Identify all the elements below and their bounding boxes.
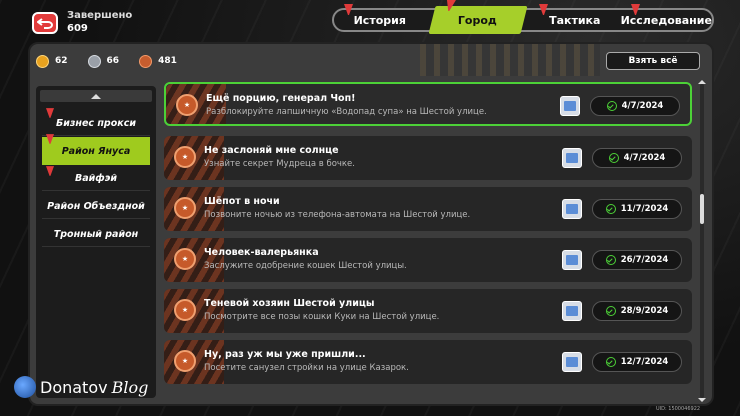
tab-label: Город bbox=[457, 13, 497, 27]
quest-row[interactable]: ★ Теневой хозяин Шестой улицы Посмотрите… bbox=[164, 289, 692, 333]
top-tabs: История Город Тактика Исследование bbox=[332, 0, 714, 34]
sidebar-item-janus-district[interactable]: Район Януса bbox=[42, 137, 150, 165]
check-icon bbox=[605, 255, 616, 265]
chevron-up-icon bbox=[91, 93, 101, 99]
quest-subtitle: Узнайте секрет Мудреца в бочке. bbox=[204, 159, 355, 169]
completed-counter: Завершено 609 bbox=[67, 9, 132, 35]
resource-bar: 62 66 481 bbox=[36, 52, 206, 70]
quest-completion-date: 26/7/2024 bbox=[592, 250, 682, 270]
quest-badge-icon: ★ bbox=[174, 299, 196, 321]
header-banner-image bbox=[420, 44, 600, 76]
quest-badge-icon: ★ bbox=[174, 350, 196, 372]
watermark-brand: Donatov bbox=[40, 377, 108, 397]
quest-title: Человек-валерьянка bbox=[204, 247, 319, 258]
alert-icon bbox=[46, 134, 54, 144]
check-icon bbox=[606, 101, 617, 111]
quest-badge-icon: ★ bbox=[174, 248, 196, 270]
quest-row[interactable]: ★ Шёпот в ночи Позвоните ночью из телефо… bbox=[164, 187, 692, 231]
donatov-logo-icon bbox=[14, 376, 36, 398]
quest-subtitle: Заслужите одобрение кошек Шестой улицы. bbox=[204, 261, 407, 271]
quest-title: Не заслоняй мне солнце bbox=[204, 145, 339, 156]
scrollbar-thumb[interactable] bbox=[700, 194, 704, 224]
gold-coin-icon bbox=[36, 54, 49, 68]
watermark-suffix: Blog bbox=[111, 377, 149, 397]
date-text: 4/7/2024 bbox=[621, 101, 664, 111]
quest-row[interactable]: ★ Ещё порцию, генерал Чоп! Разблокируйте… bbox=[164, 82, 692, 126]
completed-label: Завершено bbox=[67, 10, 133, 21]
quest-badge-icon: ★ bbox=[174, 146, 196, 168]
date-text: 26/7/2024 bbox=[620, 255, 669, 265]
sidebar-scroll-up-button[interactable] bbox=[40, 90, 152, 102]
quest-subtitle: Разблокируйте лапшичную «Водопад супа» н… bbox=[206, 107, 487, 117]
quest-row[interactable]: ★ Человек-валерьянка Заслужите одобрение… bbox=[164, 238, 692, 282]
watermark: Donatov Blog bbox=[14, 376, 148, 398]
tab-label: История bbox=[353, 13, 406, 27]
quest-title: Ну, раз уж мы уже пришли... bbox=[204, 349, 366, 360]
alert-icon bbox=[539, 4, 548, 15]
quest-subtitle: Посетите санузел стройки на улице Казаро… bbox=[204, 363, 409, 373]
date-text: 12/7/2024 bbox=[620, 357, 669, 367]
back-arrow-icon bbox=[37, 18, 53, 29]
quest-completion-date: 11/7/2024 bbox=[592, 199, 682, 219]
quest-subtitle: Позвоните ночью из телефона-автомата на … bbox=[204, 210, 471, 220]
quest-title: Ещё порцию, генерал Чоп! bbox=[206, 93, 356, 104]
reward-card-icon bbox=[562, 199, 582, 219]
gold-count: 62 bbox=[55, 56, 68, 66]
check-icon bbox=[605, 204, 616, 214]
reward-card-icon bbox=[562, 301, 582, 321]
tab-tactics[interactable]: Тактика bbox=[529, 4, 621, 30]
reward-card-icon bbox=[562, 352, 582, 372]
quest-completion-date: 12/7/2024 bbox=[592, 352, 682, 372]
take-all-button[interactable]: Взять всё bbox=[606, 52, 700, 70]
player-uid: UID: 1500046922 bbox=[656, 406, 701, 412]
tab-research[interactable]: Исследование bbox=[620, 4, 713, 30]
date-text: 11/7/2024 bbox=[620, 204, 669, 214]
quest-title: Теневой хозяин Шестой улицы bbox=[204, 298, 375, 309]
quest-completion-date: 4/7/2024 bbox=[590, 96, 680, 116]
quest-row[interactable]: ★ Ну, раз уж мы уже пришли... Посетите с… bbox=[164, 340, 692, 384]
date-text: 4/7/2024 bbox=[623, 153, 666, 163]
chevron-up-icon bbox=[698, 80, 706, 84]
quest-badge-icon: ★ bbox=[176, 94, 198, 116]
quest-subtitle: Посмотрите все позы кошки Куки на Шестой… bbox=[204, 312, 440, 322]
bronze-coin-icon bbox=[139, 54, 153, 68]
back-button[interactable] bbox=[32, 12, 58, 34]
sidebar-item-throne-district[interactable]: Тронный район bbox=[42, 223, 150, 247]
alert-icon bbox=[344, 4, 353, 15]
reward-card-icon bbox=[562, 250, 582, 270]
silver-coin-icon bbox=[87, 54, 101, 68]
sidebar-item-waifei[interactable]: Вайфэй bbox=[42, 167, 150, 191]
check-icon bbox=[605, 357, 616, 367]
date-text: 28/9/2024 bbox=[620, 306, 669, 316]
tab-story[interactable]: История bbox=[334, 4, 426, 30]
quest-completion-date: 4/7/2024 bbox=[592, 148, 682, 168]
chevron-down-icon bbox=[698, 398, 706, 402]
tab-label: Тактика bbox=[549, 13, 601, 27]
bronze-count: 481 bbox=[158, 56, 177, 66]
quest-badge-icon: ★ bbox=[174, 197, 196, 219]
alert-icon bbox=[630, 4, 640, 15]
check-icon bbox=[608, 153, 619, 163]
check-icon bbox=[605, 306, 616, 316]
quest-row[interactable]: ★ Не заслоняй мне солнце Узнайте секрет … bbox=[164, 136, 692, 180]
tab-label: Исследование bbox=[620, 13, 712, 27]
reward-card-icon bbox=[560, 96, 580, 116]
quest-completion-date: 28/9/2024 bbox=[592, 301, 682, 321]
sidebar-item-business-proxy[interactable]: Бизнес прокси bbox=[42, 112, 150, 136]
reward-card-icon bbox=[562, 148, 582, 168]
completed-count: 609 bbox=[67, 23, 88, 34]
tab-city[interactable]: Город bbox=[428, 0, 527, 34]
quest-list-scrollbar[interactable] bbox=[698, 80, 706, 402]
alert-icon bbox=[446, 0, 456, 11]
sidebar-item-bypass-district[interactable]: Район Объездной bbox=[42, 195, 150, 219]
quest-title: Шёпот в ночи bbox=[204, 196, 280, 207]
silver-count: 66 bbox=[106, 56, 120, 66]
